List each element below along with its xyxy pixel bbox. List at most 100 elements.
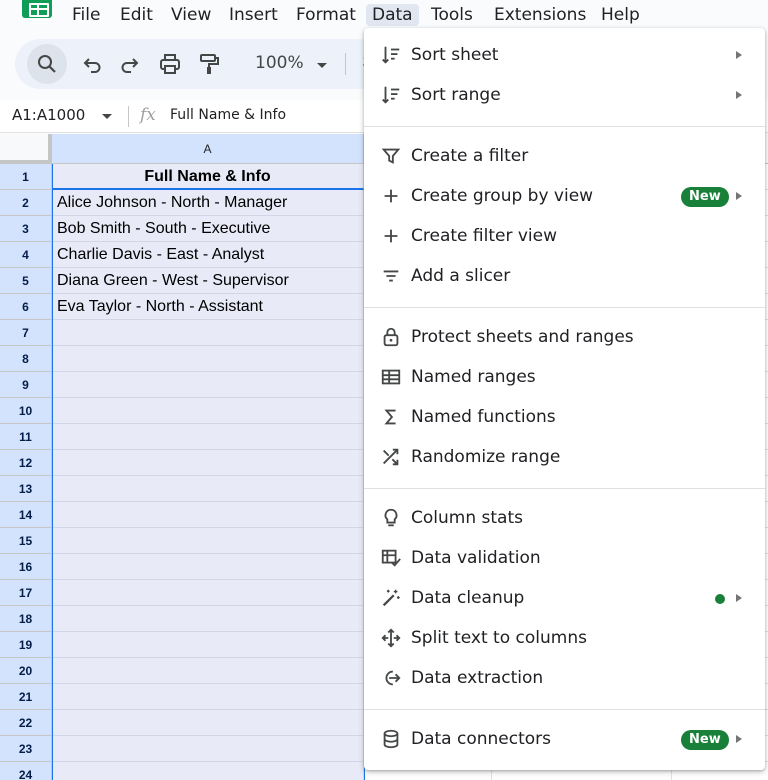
table-cell[interactable]	[52, 372, 364, 398]
menu-tools[interactable]: Tools	[425, 4, 479, 26]
table-cell[interactable]	[52, 736, 364, 762]
chevron-down-icon[interactable]	[317, 63, 327, 68]
row-header[interactable]: 19	[0, 632, 52, 658]
table-cell[interactable]	[52, 424, 364, 450]
table-cell[interactable]	[52, 320, 364, 346]
row-header[interactable]: 7	[0, 320, 52, 346]
table-cell[interactable]	[52, 346, 364, 372]
menu-item-data-validation[interactable]: Data validation	[364, 539, 765, 579]
table-cell[interactable]	[52, 684, 364, 710]
undo-icon[interactable]	[80, 52, 104, 76]
table-cell[interactable]	[52, 632, 364, 658]
row-header[interactable]: 1	[0, 164, 52, 190]
formula-input[interactable]: Full Name & Info	[170, 107, 286, 123]
submenu-arrow-icon	[736, 594, 742, 602]
menu-item-create-filter-view[interactable]: Create filter view	[364, 217, 765, 257]
extraction-icon	[380, 667, 404, 691]
menu-item-label: Protect sheets and ranges	[411, 327, 634, 347]
row-header[interactable]: 15	[0, 528, 52, 554]
row-header[interactable]: 21	[0, 684, 52, 710]
row-header[interactable]: 12	[0, 450, 52, 476]
menu-item-create-a-filter[interactable]: Create a filter	[364, 137, 765, 177]
row-header[interactable]: 14	[0, 502, 52, 528]
name-box[interactable]: A1:A1000	[12, 106, 85, 124]
menu-item-create-group-by-view[interactable]: Create group by view New	[364, 177, 765, 217]
table-cell[interactable]	[52, 528, 364, 554]
menu-item-add-a-slicer[interactable]: Add a slicer	[364, 257, 765, 297]
menu-item-label: Data cleanup	[411, 588, 525, 608]
lightbulb-icon	[380, 507, 404, 531]
menu-item-data-extraction[interactable]: Data extraction	[364, 659, 765, 699]
row-header[interactable]: 8	[0, 346, 52, 372]
menu-help[interactable]: Help	[595, 4, 646, 26]
table-cell[interactable]	[52, 398, 364, 424]
table-cell[interactable]	[52, 450, 364, 476]
row-header[interactable]: 6	[0, 294, 52, 320]
plus-icon	[380, 225, 404, 249]
search-icon[interactable]	[27, 44, 67, 84]
menu-data[interactable]: Data	[366, 4, 419, 26]
menu-extensions[interactable]: Extensions	[488, 4, 592, 26]
menu-item-column-stats[interactable]: Column stats	[364, 499, 765, 539]
menu-item-data-connectors[interactable]: Data connectors New	[364, 720, 765, 760]
zoom-select[interactable]: 100%	[255, 53, 304, 73]
menu-item-randomize-range[interactable]: Randomize range	[364, 438, 765, 478]
row-header[interactable]: 3	[0, 216, 52, 242]
row-header[interactable]: 13	[0, 476, 52, 502]
row-header[interactable]: 24	[0, 762, 52, 780]
menu-file[interactable]: File	[66, 4, 106, 26]
table-cell[interactable]	[52, 658, 364, 684]
sheets-window: File Edit View Insert Format Data Tools …	[0, 0, 768, 780]
row-header[interactable]: 22	[0, 710, 52, 736]
table-cell[interactable]: Eva Taylor - North - Assistant	[52, 294, 364, 320]
menu-item-data-cleanup[interactable]: Data cleanup	[364, 579, 765, 619]
table-cell[interactable]	[52, 476, 364, 502]
table-cell[interactable]	[52, 606, 364, 632]
select-all-corner[interactable]	[0, 134, 52, 164]
row-header[interactable]: 23	[0, 736, 52, 762]
table-cell[interactable]: Alice Johnson - North - Manager	[52, 190, 364, 216]
table-cell[interactable]	[52, 762, 364, 780]
row-header[interactable]: 9	[0, 372, 52, 398]
shuffle-icon	[380, 446, 404, 470]
menu-insert[interactable]: Insert	[223, 4, 284, 26]
menu-item-split-text-to-columns[interactable]: Split text to columns	[364, 619, 765, 659]
slicer-icon	[380, 265, 404, 289]
row-header[interactable]: 16	[0, 554, 52, 580]
print-icon[interactable]	[158, 52, 182, 76]
menu-view[interactable]: View	[165, 4, 217, 26]
menu-format[interactable]: Format	[290, 4, 362, 26]
column-header-a[interactable]: A	[52, 134, 364, 164]
menu-item-sort-range[interactable]: Sort range	[364, 76, 765, 116]
submenu-arrow-icon	[736, 51, 742, 59]
row-header[interactable]: 20	[0, 658, 52, 684]
menu-edit[interactable]: Edit	[114, 4, 159, 26]
menu-item-named-functions[interactable]: Named functions	[364, 398, 765, 438]
row-header[interactable]: 2	[0, 190, 52, 216]
table-cell[interactable]: Diana Green - West - Supervisor	[52, 268, 364, 294]
row-header[interactable]: 11	[0, 424, 52, 450]
row-header[interactable]: 10	[0, 398, 52, 424]
menu-item-named-ranges[interactable]: Named ranges	[364, 358, 765, 398]
menu-item-label: Data extraction	[411, 668, 544, 688]
table-cell[interactable]: Bob Smith - South - Executive	[52, 216, 364, 242]
sheets-logo-icon[interactable]	[22, 0, 52, 18]
table-cell[interactable]: Charlie Davis - East - Analyst	[52, 242, 364, 268]
header-cell[interactable]: Full Name & Info	[52, 164, 364, 190]
menu-item-label: Split text to columns	[411, 628, 587, 648]
menu-item-protect-sheets-and-ranges[interactable]: Protect sheets and ranges	[364, 318, 765, 358]
paint-format-icon[interactable]	[197, 52, 221, 76]
row-header[interactable]: 4	[0, 242, 52, 268]
row-header[interactable]: 17	[0, 580, 52, 606]
table-cell[interactable]	[52, 710, 364, 736]
row-header[interactable]: 5	[0, 268, 52, 294]
menu-item-label: Sort sheet	[411, 45, 499, 65]
menu-item-sort-sheet[interactable]: Sort sheet	[364, 36, 765, 76]
table-cell[interactable]	[52, 580, 364, 606]
chevron-down-icon[interactable]	[102, 114, 112, 119]
redo-icon[interactable]	[118, 52, 142, 76]
split-columns-icon	[380, 627, 404, 651]
table-cell[interactable]	[52, 554, 364, 580]
table-cell[interactable]	[52, 502, 364, 528]
row-header[interactable]: 18	[0, 606, 52, 632]
